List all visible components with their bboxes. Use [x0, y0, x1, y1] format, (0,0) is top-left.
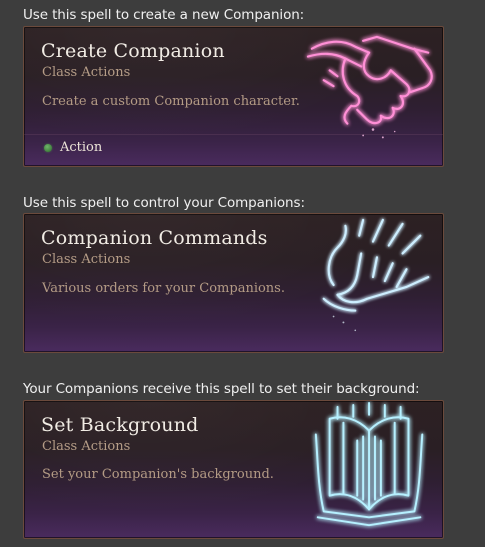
spell-description: Create a custom Companion character.: [42, 94, 300, 109]
action-cost-label: Action: [60, 140, 103, 155]
command-hand-icon: [322, 218, 430, 332]
card-divider: [24, 134, 443, 135]
spell-subtitle: Class Actions: [42, 65, 131, 80]
spell-subtitle: Class Actions: [42, 252, 131, 267]
spell-card-set-background[interactable]: Set Background Class Actions Set your Co…: [23, 400, 444, 539]
spell-description: Set your Companion's background.: [42, 467, 274, 482]
action-cost: Action: [44, 140, 102, 155]
spell-card-companion-commands[interactable]: Companion Commands Class Actions Various…: [23, 213, 444, 353]
spell-title: Companion Commands: [41, 227, 268, 249]
caption-set-background: Your Companions receive this spell to se…: [23, 381, 420, 397]
spell-description: Various orders for your Companions.: [42, 281, 285, 296]
spell-card-create-companion[interactable]: Create Companion Class Actions Create a …: [23, 26, 444, 167]
action-dot-icon: [44, 143, 52, 152]
handshake-icon: [306, 35, 433, 139]
caption-companion-commands: Use this spell to control your Companion…: [23, 195, 305, 211]
spell-subtitle: Class Actions: [42, 439, 131, 454]
spell-title: Create Companion: [41, 40, 225, 62]
spell-title: Set Background: [41, 414, 199, 436]
caption-create-companion: Use this spell to create a new Companion…: [23, 7, 305, 23]
open-book-icon: [314, 401, 424, 527]
